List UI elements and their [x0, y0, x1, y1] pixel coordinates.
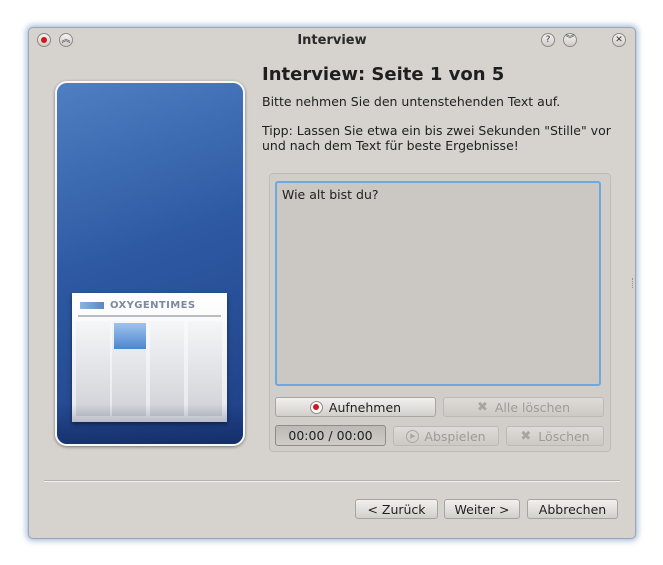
next-button[interactable]: Weiter >	[444, 499, 520, 519]
wizard-side-image: OXYGENTIMES	[55, 81, 245, 446]
clear-all-label: Alle löschen	[494, 399, 571, 415]
newspaper-photo	[114, 323, 146, 349]
clear-all-button[interactable]: ✖ Alle löschen	[443, 397, 604, 417]
instruction-text: Bitte nehmen Sie den untenstehenden Text…	[262, 94, 561, 109]
x-icon: ✖	[476, 399, 488, 415]
resize-grip[interactable]	[632, 278, 635, 288]
x-icon: ✖	[520, 428, 532, 444]
record-button[interactable]: Aufnehmen	[275, 397, 436, 417]
record-icon	[309, 400, 323, 414]
play-button[interactable]: ▶ Abspielen	[393, 426, 499, 446]
newspaper-brand: OXYGENTIMES	[110, 299, 196, 311]
separator-line	[44, 480, 620, 482]
help-icon[interactable]: ?	[541, 33, 555, 47]
delete-button-label: Löschen	[538, 428, 590, 444]
prompt-text-area[interactable]: Wie alt bist du?	[275, 181, 601, 386]
newspaper-illustration: OXYGENTIMES	[72, 293, 227, 422]
close-icon[interactable]: ✕	[612, 33, 626, 47]
page-title: Interview: Seite 1 von 5	[262, 64, 505, 85]
cancel-button[interactable]: Abbrechen	[527, 499, 618, 519]
minimize-icon[interactable]: ︾	[563, 33, 577, 47]
dialog-window: ︽ Interview ? ︾ ✕ OXYGENTIMES Interview:…	[28, 27, 636, 539]
tip-text: Tipp: Lassen Sie etwa ein bis zwei Sekun…	[262, 123, 611, 153]
title-bar[interactable]: ︽ Interview ? ︾ ✕	[29, 28, 635, 54]
back-button[interactable]: < Zurück	[355, 499, 438, 519]
record-button-label: Aufnehmen	[328, 399, 402, 415]
delete-button[interactable]: ✖ Löschen	[506, 426, 604, 446]
newspaper-logo-mark	[80, 301, 104, 309]
play-icon: ▶	[406, 429, 420, 443]
time-display: 00:00 / 00:00	[275, 425, 386, 446]
play-button-label: Abspielen	[424, 428, 486, 444]
